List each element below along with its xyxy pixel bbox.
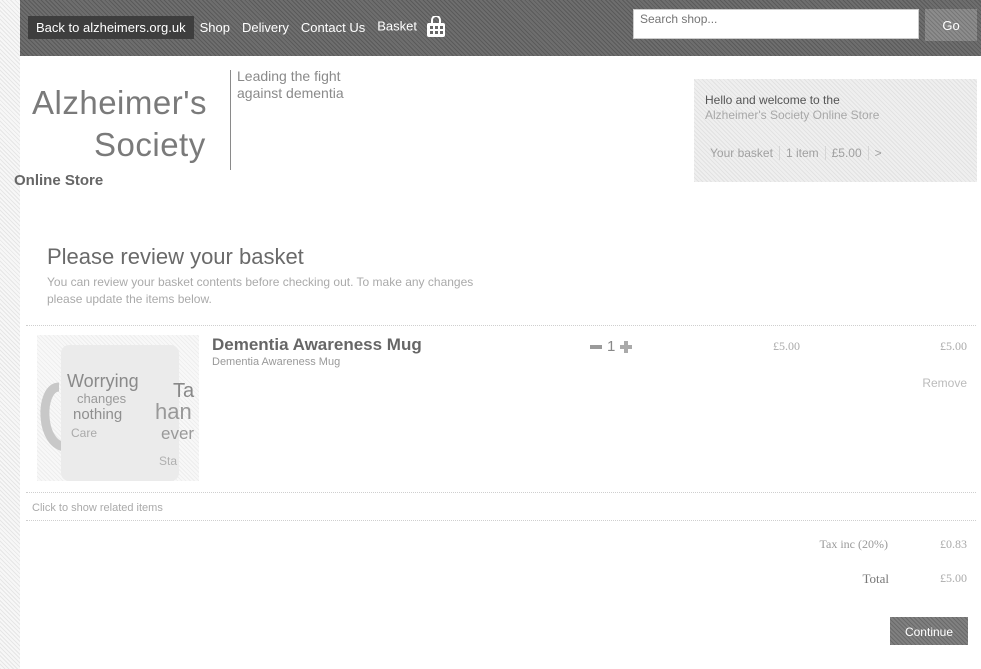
page-intro: You can review your basket contents befo… xyxy=(47,275,474,306)
product-image[interactable]: Worrying changes nothing Ta han ever Car… xyxy=(37,335,199,481)
mug-word: ever xyxy=(161,424,194,443)
divider xyxy=(26,325,976,326)
mug-word: Care xyxy=(71,426,97,440)
nav-basket-link[interactable]: Basket xyxy=(371,12,452,42)
logo-name-line2: Society xyxy=(94,126,206,163)
basket-icon xyxy=(425,15,447,38)
minus-icon[interactable] xyxy=(589,340,603,354)
basket-summary[interactable]: Your basket 1 item £5.00 > xyxy=(704,142,888,164)
basket-total: £5.00 xyxy=(831,146,862,160)
mug-word: Sta xyxy=(159,454,177,468)
remove-item-link[interactable]: Remove xyxy=(922,376,967,390)
show-related-items-link[interactable]: Click to show related items xyxy=(32,502,163,514)
nav-shop-link[interactable]: Shop xyxy=(194,16,236,39)
mug-word: nothing xyxy=(73,406,122,423)
main-nav: Back to alzheimers.org.uk Shop Delivery … xyxy=(28,14,453,40)
divider xyxy=(26,492,976,493)
page-edge-stripe xyxy=(0,0,20,669)
search-go-button[interactable]: Go xyxy=(925,9,977,41)
mug-word: han xyxy=(155,399,192,424)
welcome-text: Hello and welcome to the xyxy=(705,93,840,107)
mug-word: Worrying xyxy=(67,371,139,391)
top-navigation-bar: Back to alzheimers.org.uk Shop Delivery … xyxy=(20,0,981,56)
basket-summary-label: Your basket xyxy=(710,146,773,160)
search-input[interactable] xyxy=(633,9,919,39)
line-total: £5.00 xyxy=(940,339,967,353)
logo-tagline: Leading the fight against dementia xyxy=(237,68,344,101)
quantity-value: 1 xyxy=(607,338,616,355)
continue-button[interactable]: Continue xyxy=(890,617,968,645)
basket-item-count: 1 item xyxy=(785,146,819,160)
back-to-site-link[interactable]: Back to alzheimers.org.uk xyxy=(28,15,194,39)
total-value: £5.00 xyxy=(940,571,967,585)
page-title: Please review your basket xyxy=(47,243,304,269)
product-subtitle: Dementia Awareness Mug xyxy=(212,356,341,368)
online-store-label: Online Store xyxy=(14,172,104,189)
plus-icon[interactable] xyxy=(619,340,633,354)
tax-label: Tax inc (20%) xyxy=(819,537,888,551)
chevron-right-icon: > xyxy=(874,146,882,160)
nav-delivery-link[interactable]: Delivery xyxy=(236,16,295,39)
divider xyxy=(26,520,976,521)
nav-contact-link[interactable]: Contact Us xyxy=(295,16,371,39)
product-title[interactable]: Dementia Awareness Mug xyxy=(212,335,422,355)
quantity-stepper: 1 xyxy=(589,338,633,355)
welcome-store-name: Alzheimer's Society Online Store xyxy=(705,108,880,122)
logo-name-line1: Alzheimer's xyxy=(32,84,208,121)
logo-divider xyxy=(230,70,231,170)
nav-basket-label: Basket xyxy=(377,18,417,34)
tax-value: £0.83 xyxy=(940,537,967,551)
welcome-panel: Hello and welcome to the Alzheimer's Soc… xyxy=(694,79,977,182)
total-label: Total xyxy=(862,571,889,586)
unit-price: £5.00 xyxy=(773,339,800,353)
mug-word: changes xyxy=(77,391,127,406)
